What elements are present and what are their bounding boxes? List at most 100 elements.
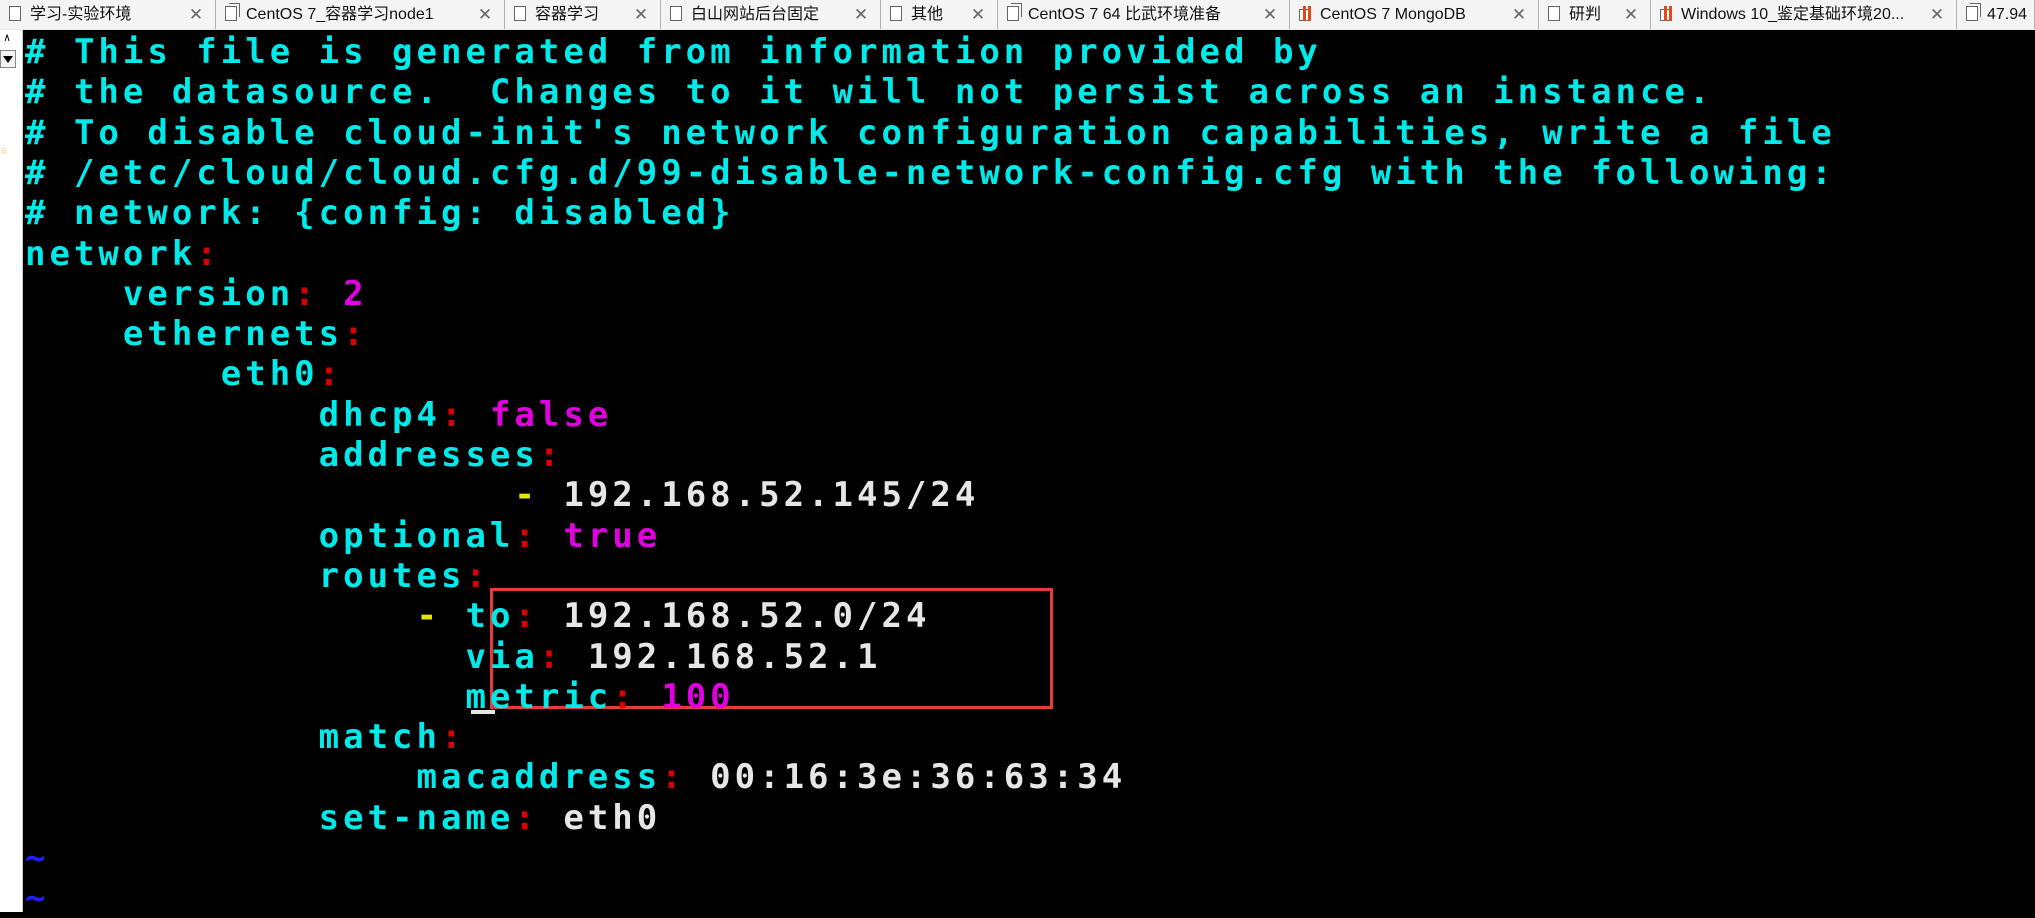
terminal-text: 100 <box>636 677 735 717</box>
close-icon[interactable]: ✕ <box>970 0 986 29</box>
terminal-text: # To disable cloud-init's network config… <box>25 113 1836 153</box>
left-gutter: ∧ ☆ <box>0 30 23 912</box>
terminal-text: eth0 <box>538 798 662 838</box>
tab-bar: 学习-实验环境 ✕ CentOS 7_容器学习node1 ✕ 容器学习 ✕ 白山网站后台固定… <box>0 0 2035 31</box>
terminal-line: via: 192.168.52.1 <box>25 637 882 677</box>
copy-icon <box>1007 3 1022 21</box>
tab-label: CentOS 7 64 比武环境准备 <box>1028 6 1221 23</box>
terminal-text: eth0 <box>25 354 319 394</box>
terminal-text: metric <box>25 677 613 717</box>
terminal-text: : <box>343 314 368 354</box>
terminal-line: - to: 192.168.52.0/24 <box>25 596 931 636</box>
close-icon[interactable]: ✕ <box>633 0 649 29</box>
terminal-text: network <box>25 234 197 274</box>
terminal-text: : <box>538 637 564 677</box>
terminal-text: to <box>441 596 515 636</box>
chart-icon <box>1660 6 1672 21</box>
terminal-text: false <box>465 395 613 435</box>
close-icon[interactable]: ✕ <box>1511 0 1527 29</box>
tab-label: 47.94 <box>1987 6 2028 23</box>
terminal-text: : <box>538 435 564 475</box>
terminal-text: version <box>25 274 295 314</box>
tab[interactable]: CentOS 7 MongoDB ✕ <box>1290 0 1539 29</box>
chart-icon <box>1299 6 1311 21</box>
tab[interactable]: CentOS 7 64 比武环境准备 ✕ <box>998 0 1290 29</box>
terminal-text: : <box>612 677 637 717</box>
terminal-line: ~ <box>25 838 50 878</box>
tab-label: 研判 <box>1569 6 1602 23</box>
tab-label: 容器学习 <box>535 6 600 23</box>
document-icon <box>9 6 21 21</box>
caret-icon[interactable]: ∧ <box>0 30 14 46</box>
terminal-line: # To disable cloud-init's network config… <box>25 113 1836 153</box>
terminal-text: 192.168.52.1 <box>563 637 882 677</box>
terminal-text: macaddress <box>25 757 662 797</box>
terminal-line: network: <box>25 234 221 274</box>
terminal-line: addresses: <box>25 435 564 475</box>
tab-label: 学习-实验环境 <box>30 6 132 23</box>
terminal-text: # /etc/cloud/cloud.cfg.d/99-disable-netw… <box>25 153 1836 193</box>
close-icon[interactable]: ✕ <box>1262 0 1278 29</box>
tab[interactable]: CentOS 7_容器学习node1 ✕ <box>216 0 505 29</box>
terminal-line: ~ <box>25 878 50 918</box>
terminal-text: 192.168.52.0/24 <box>538 596 931 636</box>
tab-label: 白山网站后台固定 <box>691 6 820 23</box>
tab[interactable]: 47.94 <box>1957 0 2035 29</box>
terminal-line: version: 2 <box>25 274 368 314</box>
terminal-text: ethernets <box>25 314 344 354</box>
terminal-text: routes <box>25 556 466 596</box>
tab[interactable]: 学习-实验环境 ✕ <box>0 0 216 29</box>
terminal-line: ethernets: <box>25 314 368 354</box>
terminal-line: # /etc/cloud/cloud.cfg.d/99-disable-netw… <box>25 153 1836 193</box>
terminal-line: optional: true <box>25 516 662 556</box>
terminal-text: : <box>441 395 466 435</box>
terminal-text: : <box>441 717 466 757</box>
terminal-text: addresses <box>25 435 539 475</box>
terminal-line: # network: {config: disabled} <box>25 193 735 233</box>
terminal-line: # the datasource. Changes to it will not… <box>25 72 1713 112</box>
tab-label: Windows 10_鉴定基础环境20... <box>1681 6 1905 23</box>
terminal-line: set-name: eth0 <box>25 798 662 838</box>
tab[interactable]: Windows 10_鉴定基础环境20... ✕ <box>1651 0 1957 29</box>
close-icon[interactable]: ✕ <box>1623 0 1639 29</box>
star-icon[interactable]: ☆ <box>0 143 10 157</box>
tab[interactable]: 研判 ✕ <box>1539 0 1651 29</box>
close-icon[interactable]: ✕ <box>477 0 493 29</box>
terminal-text: : <box>196 234 221 274</box>
document-icon <box>514 6 526 21</box>
terminal-text: - <box>25 596 441 636</box>
terminal-text: 192.168.52.145/24 <box>538 475 980 515</box>
tab[interactable]: 白山网站后台固定 ✕ <box>661 0 881 29</box>
document-icon <box>890 6 902 21</box>
terminal-text: : <box>661 757 686 797</box>
terminal-line: eth0: <box>25 354 343 394</box>
terminal-text: - <box>25 475 539 515</box>
tab[interactable]: 其他 ✕ <box>881 0 998 29</box>
terminal-line: - 192.168.52.145/24 <box>25 475 980 515</box>
tab[interactable]: 容器学习 ✕ <box>505 0 661 29</box>
terminal-text: # network: {config: disabled} <box>25 193 735 233</box>
terminal-line: match: <box>25 717 466 757</box>
terminal-text: set-name <box>25 798 515 838</box>
terminal-text: 00:16:3e:36:63:34 <box>685 757 1127 797</box>
close-icon[interactable]: ✕ <box>1929 0 1945 29</box>
dropdown-arrow-icon[interactable] <box>0 50 16 68</box>
close-icon[interactable]: ✕ <box>188 0 204 29</box>
copy-icon <box>1966 3 1981 21</box>
terminal-line: dhcp4: false <box>25 395 613 435</box>
empty-line-marker: ~ <box>25 878 50 918</box>
terminal-line: routes: <box>25 556 490 596</box>
tab-label: CentOS 7_容器学习node1 <box>246 6 434 23</box>
copy-icon <box>225 3 240 21</box>
terminal-line: # This file is generated from informatio… <box>25 32 1322 72</box>
terminal-line: macaddress: 00:16:3e:36:63:34 <box>25 757 1127 797</box>
terminal-editor[interactable]: # This file is generated from informatio… <box>23 30 2035 918</box>
terminal-text: : <box>294 274 319 314</box>
terminal-text: true <box>538 516 662 556</box>
terminal-text: optional <box>25 516 515 556</box>
terminal-text: match <box>25 717 441 757</box>
empty-line-marker: ~ <box>25 838 50 878</box>
terminal-text: dhcp4 <box>25 395 441 435</box>
close-icon[interactable]: ✕ <box>853 0 869 29</box>
document-icon <box>1548 6 1560 21</box>
